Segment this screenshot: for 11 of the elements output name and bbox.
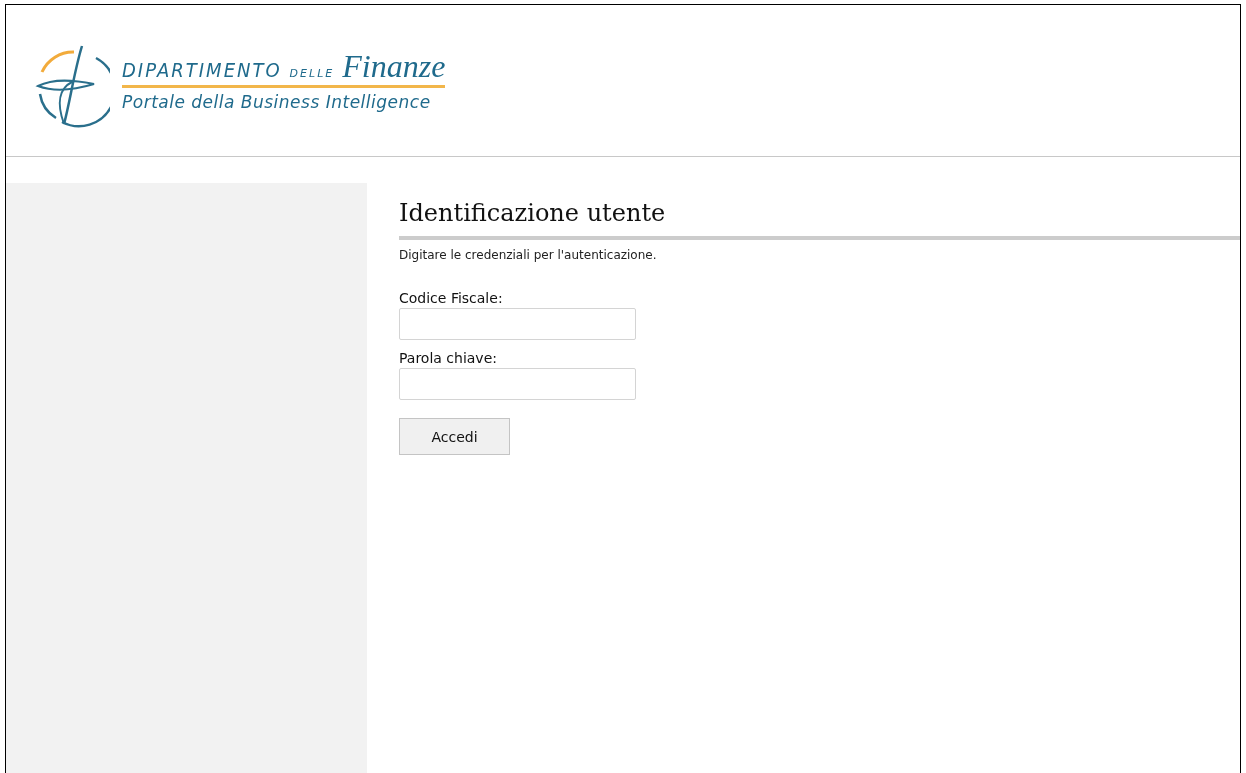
field-label: Parola chiave:	[399, 350, 498, 366]
page-title: Identificazione utente	[399, 199, 667, 227]
instructions-text: Digitare le credenziali per l'autenticazione.	[399, 248, 658, 262]
logo-title-word: DIPARTIMENTO	[122, 58, 282, 82]
input-field[interactable]	[399, 368, 636, 400]
logo-title-word: DELLE	[289, 67, 335, 80]
input-field[interactable]	[399, 308, 636, 340]
field-label: Codice Fiscale:	[399, 290, 504, 306]
logo-title-word: Finanze	[342, 48, 446, 85]
logo-subtitle: Portale della Business Intelligence	[122, 92, 432, 112]
login-button[interactable]: Accedi	[399, 418, 510, 455]
